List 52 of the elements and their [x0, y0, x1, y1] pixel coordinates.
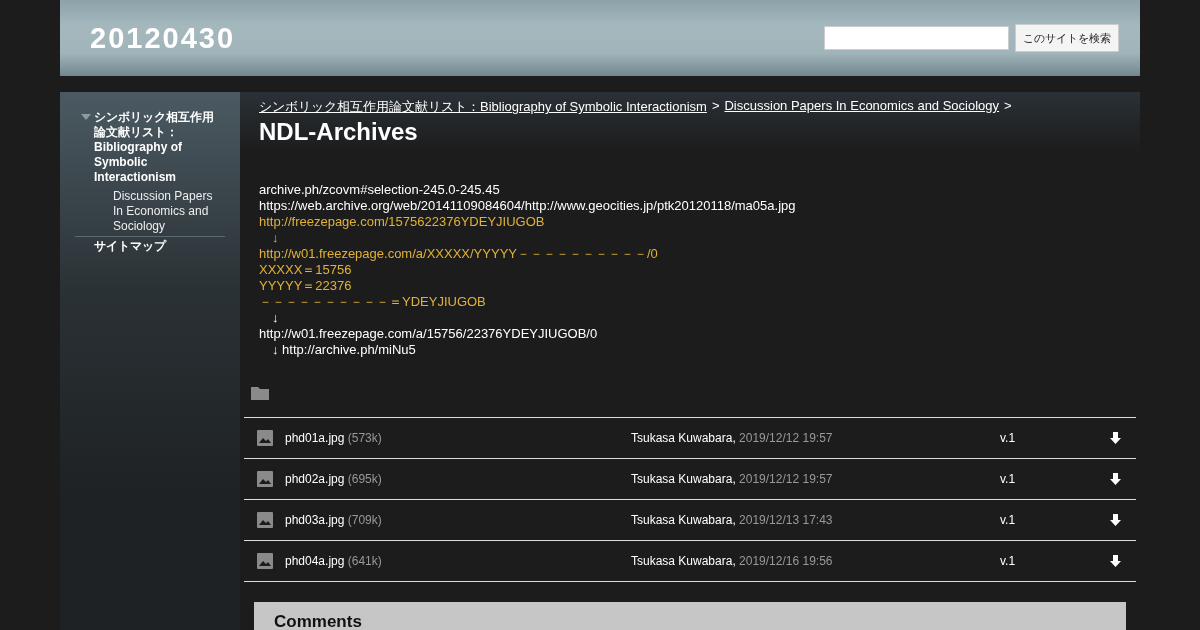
- file-version: v.1: [1000, 472, 1017, 486]
- image-file-icon: [257, 471, 273, 487]
- file-name[interactable]: phd03a.jpg: [285, 513, 345, 527]
- file-version: v.1: [1000, 431, 1017, 445]
- expand-triangle-icon[interactable]: [81, 114, 91, 120]
- file-author: Tsukasa Kuwabara,: [631, 513, 736, 527]
- sidebar-item[interactable]: シンボリック相互作用論文献リスト：Bibliography of Symbolic Interactionism: [94, 110, 225, 185]
- content-line: YYYYY＝22376: [259, 278, 353, 294]
- sidebar-subitem[interactable]: Discussion Papers In Economics and Sociology: [75, 185, 225, 236]
- breadcrumb-link[interactable]: Discussion Papers In Economics and Sociology: [724, 98, 1000, 116]
- file-size: (695k): [347, 472, 382, 486]
- image-file-icon: [257, 553, 273, 569]
- download-icon[interactable]: [1110, 473, 1121, 485]
- content-line: http://w01.freezepage.com/a/XXXXX/YYYYY－－－－－－－－－－/0: [259, 246, 659, 262]
- file-author: Tsukasa Kuwabara,: [631, 472, 736, 486]
- file-date: 2019/12/12 19:57: [739, 472, 833, 486]
- sidebar-item[interactable]: サイトマップ: [94, 239, 166, 254]
- file-date: 2019/12/12 19:57: [739, 431, 833, 445]
- file-size: (709k): [347, 513, 382, 527]
- file-size: (641k): [347, 554, 382, 568]
- folder-icon: [251, 386, 269, 400]
- file-author: Tsukasa Kuwabara,: [631, 431, 736, 445]
- download-icon[interactable]: [1110, 432, 1121, 444]
- file-name[interactable]: phd02a.jpg: [285, 472, 345, 486]
- file-version: v.1: [1000, 513, 1017, 527]
- breadcrumb-link[interactable]: シンボリック相互作用論文献リスト：Bibliography of Symbolic Interactionism: [259, 98, 707, 116]
- file-date: 2019/12/16 19:56: [739, 554, 833, 568]
- download-icon[interactable]: [1110, 514, 1121, 526]
- content-line: ↓ http://archive.ph/miNu5: [271, 342, 417, 358]
- search-button[interactable]: このサイトを検索: [1015, 24, 1119, 52]
- file-version: v.1: [1000, 554, 1017, 568]
- comments-title: Comments: [274, 612, 362, 630]
- content-line: https://web.archive.org/web/20141109084604/http://www.geocities.jp/ptk20120118/ma05a.jpg: [259, 198, 797, 214]
- file-date: 2019/12/13 17:43: [739, 513, 833, 527]
- page-title: NDL-Archives: [259, 118, 419, 146]
- content-line: －－－－－－－－－－＝YDEYJIUGOB: [259, 294, 487, 310]
- image-file-icon: [257, 430, 273, 446]
- file-name[interactable]: phd04a.jpg: [285, 554, 345, 568]
- content-line: http://freezepage.com/1575622376YDEYJIUGOB: [259, 214, 546, 230]
- search-field[interactable]: [824, 26, 1009, 50]
- content-line: http://w01.freezepage.com/a/15756/22376YDEYJIUGOB/0: [259, 326, 599, 342]
- content-line: archive.ph/zcovm#selection-245.0-245.45: [259, 182, 501, 198]
- content-line: XXXXX＝15756: [259, 262, 353, 278]
- file-size: (573k): [347, 431, 382, 445]
- file-author: Tsukasa Kuwabara,: [631, 554, 736, 568]
- content-line: ↓: [271, 230, 280, 246]
- download-icon[interactable]: [1110, 555, 1121, 567]
- content-line: ↓: [271, 310, 280, 326]
- file-name[interactable]: phd01a.jpg: [285, 431, 345, 445]
- breadcrumb-separator: >: [711, 98, 720, 115]
- breadcrumb-separator: >: [1004, 98, 1012, 115]
- image-file-icon: [257, 512, 273, 528]
